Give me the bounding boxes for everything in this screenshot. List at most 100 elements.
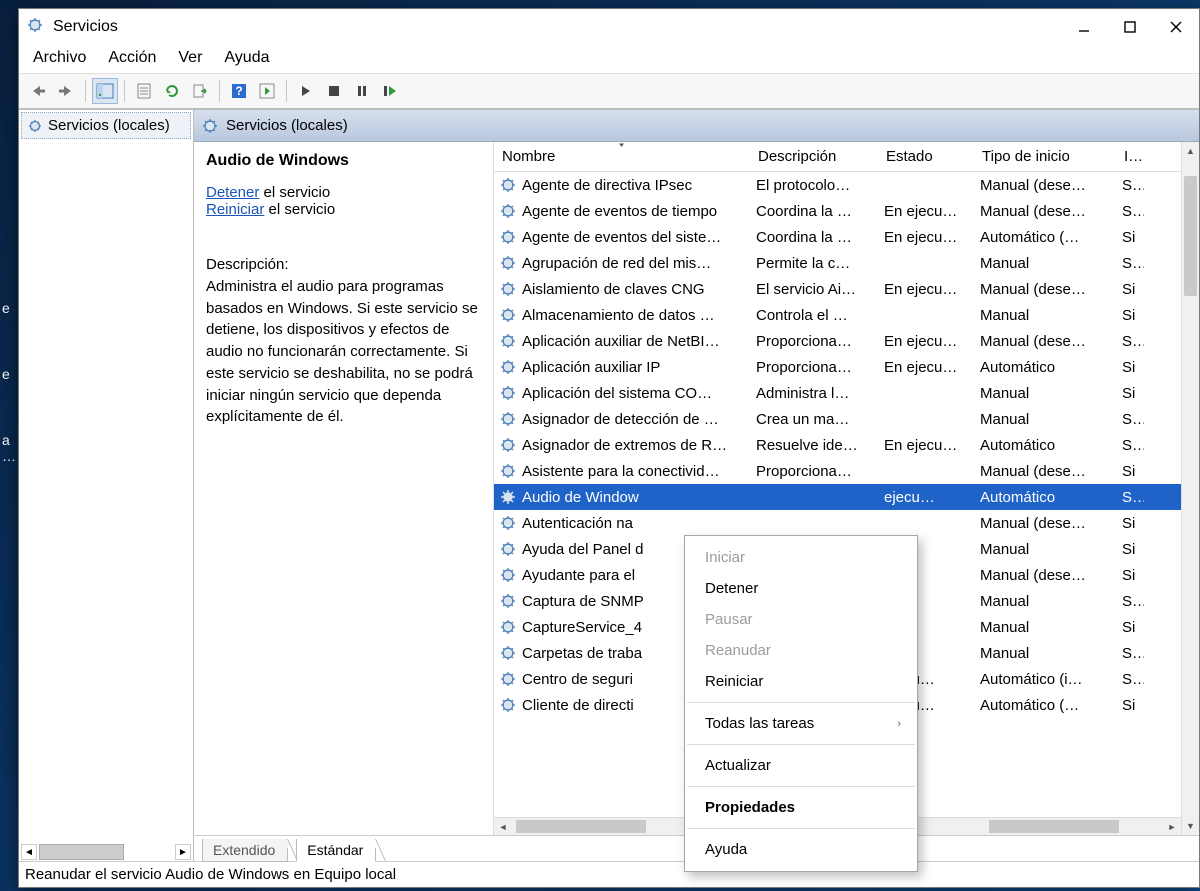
service-startup: Manual xyxy=(974,645,1116,662)
service-name: Captura de SNMP xyxy=(522,593,644,610)
service-logon: Se xyxy=(1116,203,1144,220)
service-logon: Si xyxy=(1116,697,1144,714)
service-state: En ejecu… xyxy=(878,203,974,220)
menu-ayuda[interactable]: Ayuda xyxy=(224,49,269,67)
service-row[interactable]: Aislamiento de claves CNGEl servicio Ai…… xyxy=(494,276,1181,302)
context-item[interactable]: Propiedades xyxy=(685,792,917,823)
service-logon: Se xyxy=(1116,437,1144,454)
service-desc: Controla el … xyxy=(750,307,878,324)
close-button[interactable] xyxy=(1153,9,1199,45)
stop-rest: el servicio xyxy=(259,184,330,201)
service-desc: Crea un ma… xyxy=(750,411,878,428)
service-logon: Se xyxy=(1116,333,1144,350)
list-header: Nombre Descripción Estado Tipo de inicio… xyxy=(494,142,1181,172)
service-logon: Se xyxy=(1116,593,1144,610)
service-logon: Si xyxy=(1116,359,1144,376)
show-tree-button[interactable] xyxy=(92,78,118,104)
service-row[interactable]: Asistente para la conectivid…Proporciona… xyxy=(494,458,1181,484)
service-startup: Manual xyxy=(974,307,1116,324)
col-logon[interactable]: In xyxy=(1116,142,1144,171)
service-state: En ejecu… xyxy=(878,281,974,298)
service-row[interactable]: Aplicación del sistema CO…Administra l…M… xyxy=(494,380,1181,406)
service-name: Centro de seguri xyxy=(522,671,633,688)
pause-service-button[interactable] xyxy=(349,78,375,104)
menu-archivo[interactable]: Archivo xyxy=(33,49,86,67)
window-title: Servicios xyxy=(53,18,118,36)
service-name: Asistente para la conectivid… xyxy=(522,463,720,480)
forward-button[interactable] xyxy=(53,78,79,104)
service-logon: Si xyxy=(1116,281,1144,298)
service-startup: Manual (dese… xyxy=(974,515,1116,532)
description-label: Descripción: xyxy=(206,254,481,276)
pane-header: Servicios (locales) xyxy=(194,110,1199,142)
context-item[interactable]: Todas las tareas› xyxy=(685,708,917,739)
service-startup: Automático (… xyxy=(974,229,1116,246)
service-row[interactable]: Aplicación auxiliar IPProporciona…En eje… xyxy=(494,354,1181,380)
minimize-button[interactable] xyxy=(1061,9,1107,45)
service-startup: Manual xyxy=(974,541,1116,558)
service-name: Carpetas de traba xyxy=(522,645,642,662)
service-logon: Si xyxy=(1116,567,1144,584)
desktop-background-text: eea… xyxy=(0,250,16,464)
service-desc: El protocolo… xyxy=(750,177,878,194)
show-extended-button[interactable] xyxy=(254,78,280,104)
export-button[interactable] xyxy=(187,78,213,104)
service-row[interactable]: Agrupación de red del mis…Permite la c…M… xyxy=(494,250,1181,276)
service-name: Audio de Window xyxy=(522,489,639,506)
stop-service-button[interactable] xyxy=(321,78,347,104)
detail-pane: Audio de Windows Detener el servicio Rei… xyxy=(194,142,494,835)
list-vscroll[interactable]: ▲ ▼ xyxy=(1181,142,1199,835)
service-startup: Manual (dese… xyxy=(974,203,1116,220)
service-name: Cliente de directi xyxy=(522,697,634,714)
stop-service-link[interactable]: Detener xyxy=(206,184,259,201)
tree-pane: Servicios (locales) ◄► xyxy=(19,110,194,861)
help-button[interactable]: ? xyxy=(226,78,252,104)
service-startup: Automático xyxy=(974,489,1116,506)
service-row[interactable]: Agente de eventos del siste…Coordina la … xyxy=(494,224,1181,250)
col-name[interactable]: Nombre xyxy=(494,142,750,171)
service-row[interactable]: Agente de eventos de tiempoCoordina la …… xyxy=(494,198,1181,224)
toolbar: ? xyxy=(19,73,1199,109)
selected-service-title: Audio de Windows xyxy=(206,152,481,170)
service-name: Asignador de extremos de R… xyxy=(522,437,727,454)
tab-standard[interactable]: Estándar xyxy=(296,839,376,862)
service-row[interactable]: Almacenamiento de datos …Controla el …Ma… xyxy=(494,302,1181,328)
service-startup: Manual xyxy=(974,619,1116,636)
maximize-button[interactable] xyxy=(1107,9,1153,45)
back-button[interactable] xyxy=(25,78,51,104)
service-row[interactable]: Autenticación naManual (dese…Si xyxy=(494,510,1181,536)
context-item[interactable]: Reiniciar xyxy=(685,666,917,697)
refresh-button[interactable] xyxy=(159,78,185,104)
service-name: Aislamiento de claves CNG xyxy=(522,281,705,298)
service-row[interactable]: Agente de directiva IPsecEl protocolo…Ma… xyxy=(494,172,1181,198)
context-item[interactable]: Detener xyxy=(685,573,917,604)
pane-header-label: Servicios (locales) xyxy=(226,117,348,134)
service-row[interactable]: Aplicación auxiliar de NetBI…Proporciona… xyxy=(494,328,1181,354)
service-row[interactable]: Asignador de detección de …Crea un ma…Ma… xyxy=(494,406,1181,432)
service-state: En ejecu… xyxy=(878,333,974,350)
context-item[interactable]: Actualizar xyxy=(685,750,917,781)
service-desc: Coordina la … xyxy=(750,203,878,220)
tree-hscroll[interactable]: ◄► xyxy=(19,843,193,861)
service-name: Ayuda del Panel d xyxy=(522,541,644,558)
service-name: Agente de eventos del siste… xyxy=(522,229,721,246)
service-state: En ejecu… xyxy=(878,437,974,454)
col-startup[interactable]: Tipo de inicio xyxy=(974,142,1116,171)
context-item[interactable]: Ayuda xyxy=(685,834,917,865)
menu-ver[interactable]: Ver xyxy=(178,49,202,67)
start-service-button[interactable] xyxy=(293,78,319,104)
service-row[interactable]: Audio de Windowejecu…AutomáticoSe xyxy=(494,484,1181,510)
restart-service-link[interactable]: Reiniciar xyxy=(206,201,264,218)
service-row[interactable]: Asignador de extremos de R…Resuelve ide…… xyxy=(494,432,1181,458)
service-startup: Automático xyxy=(974,359,1116,376)
services-window: Servicios Archivo Acción Ver Ayuda ? xyxy=(18,8,1200,888)
restart-service-button[interactable] xyxy=(377,78,403,104)
properties-button[interactable] xyxy=(131,78,157,104)
menu-accion[interactable]: Acción xyxy=(108,49,156,67)
tree-root-services[interactable]: Servicios (locales) xyxy=(21,112,191,139)
col-state[interactable]: Estado xyxy=(878,142,974,171)
svg-text:?: ? xyxy=(235,84,242,98)
tab-extended[interactable]: Extendido xyxy=(202,839,288,862)
context-item: Iniciar xyxy=(685,542,917,573)
col-desc[interactable]: Descripción xyxy=(750,142,878,171)
